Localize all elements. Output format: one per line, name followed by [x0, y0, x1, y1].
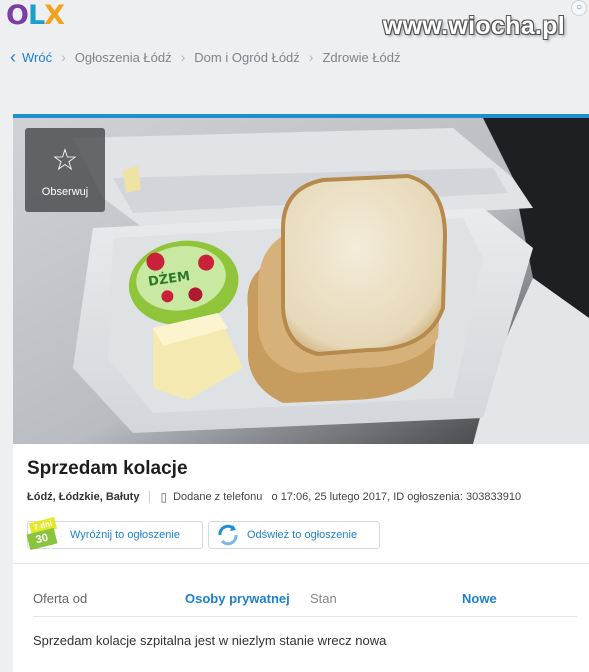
- refresh-label: Odśwież to ogłoszenie: [247, 529, 358, 541]
- param-key: Stan: [310, 591, 337, 606]
- promote-badge-icon: 7 dni 30 dni: [26, 517, 62, 562]
- listing-photo[interactable]: DŻEM ☆ Obserwuj: [13, 118, 589, 444]
- listing-card: DŻEM ☆ Obserwuj Sprzedam kolacje Łódź, Ł…: [13, 114, 589, 672]
- logo-letter-l: L: [27, 0, 45, 31]
- user-icon[interactable]: ○: [571, 0, 587, 16]
- param-value[interactable]: Osoby prywatnej: [185, 591, 290, 606]
- listing-meta: Łódź, Łódzkie, Bałuty ▯ Dodane z telefon…: [27, 490, 521, 504]
- listing-added-info: Dodane z telefonu o 17:06, 25 lutego 201…: [173, 491, 522, 503]
- breadcrumb-item[interactable]: Ogłoszenia Łódź: [75, 50, 172, 65]
- listing-location[interactable]: Łódź, Łódzkie, Bałuty: [27, 491, 139, 503]
- olx-logo[interactable]: OLX: [6, 0, 65, 31]
- breadcrumb-item[interactable]: Zdrowie Łódź: [322, 50, 400, 65]
- observe-label: Obserwuj: [41, 186, 89, 198]
- refresh-button[interactable]: Odśwież to ogłoszenie: [208, 521, 380, 549]
- promote-label: Wyróżnij to ogłoszenie: [70, 529, 180, 541]
- back-label: Wróć: [22, 49, 53, 65]
- breadcrumb-separator-icon: ›: [308, 49, 314, 65]
- star-icon: ☆: [51, 144, 79, 177]
- refresh-icon: [215, 522, 241, 548]
- watermark: www.wiocha.pl: [382, 12, 565, 40]
- chevron-left-icon: ‹: [10, 46, 16, 67]
- meta-divider: [149, 491, 151, 503]
- section-divider: [13, 563, 589, 564]
- listing-params: Oferta od Osoby prywatnej Stan Nowe: [33, 583, 577, 617]
- back-link[interactable]: ‹ Wróć: [10, 46, 53, 67]
- observe-button[interactable]: ☆ Obserwuj: [25, 128, 105, 212]
- breadcrumb-separator-icon: ›: [180, 49, 186, 65]
- listing-description: Sprzedam kolacje szpitalna jest w niezly…: [33, 633, 387, 648]
- param-key: Oferta od: [33, 591, 88, 606]
- phone-icon: ▯: [160, 490, 168, 504]
- breadcrumb: ‹ Wróć › Ogłoszenia Łódź › Dom i Ogród Ł…: [10, 46, 401, 67]
- listing-title: Sprzedam kolacje: [27, 458, 188, 479]
- breadcrumb-item[interactable]: Dom i Ogród Łódź: [194, 50, 300, 65]
- breadcrumb-separator-icon: ›: [61, 49, 66, 65]
- logo-letter-x: X: [44, 0, 65, 31]
- param-value[interactable]: Nowe: [462, 591, 497, 606]
- promote-button[interactable]: 7 dni 30 dni Wyróżnij to ogłoszenie: [26, 517, 203, 562]
- logo-letter-o: O: [6, 0, 29, 31]
